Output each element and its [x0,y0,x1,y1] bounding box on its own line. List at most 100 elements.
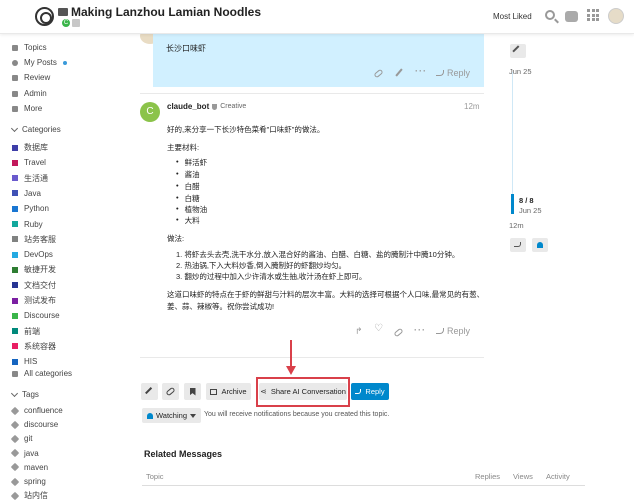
notification-reason: You will receive notifications because y… [204,411,390,418]
category-color-swatch [12,221,18,227]
tag-icon [10,463,20,472]
category-label: 数据库 [24,143,48,152]
category-label: DevOps [24,250,53,260]
sidebar-category-item[interactable]: Discourse [12,310,60,321]
sidebar-category-item[interactable]: Python [12,203,49,214]
ai-bot-icon[interactable] [565,11,578,22]
sidebar-category-item[interactable]: 数据库 [12,142,48,153]
sidebar-category-item[interactable]: 文档交付 [12,280,56,291]
user-avatar[interactable] [608,8,624,24]
category-color-swatch [12,297,18,304]
admin-wrench-button[interactable] [141,383,158,400]
copy-link-icon[interactable] [373,68,384,79]
edit-icon[interactable] [395,68,403,79]
sidebar-item-review[interactable]: Review [12,72,50,83]
site-logo-icon[interactable] [35,7,54,26]
sidebar-item-more[interactable]: More [12,103,42,114]
topic-title[interactable]: Making Lanzhou Lamian Noodles [58,5,261,19]
sidebar-category-item[interactable]: 生活通 [12,173,48,184]
sidebar-tag-item[interactable]: java [10,448,39,459]
post1-reply-button[interactable]: Reply [436,68,470,78]
sidebar-category-item[interactable]: 系统容器 [12,341,56,352]
tag-label: discourse [24,420,59,430]
more-actions-icon[interactable]: ··· [415,66,427,76]
notification-level-dropdown[interactable]: Watching [142,408,201,423]
sidebar-tag-item[interactable]: confluence [10,405,63,416]
category-badge[interactable]: C [62,19,70,27]
sidebar-tag-item[interactable]: spring [10,476,46,487]
col-header-views[interactable]: Views [513,472,533,481]
post2-time[interactable]: 12m [464,102,480,111]
list-icon [12,370,18,377]
search-icon[interactable] [545,10,555,20]
tags-heading[interactable]: Tags [10,389,39,399]
category-color-swatch [12,236,18,243]
category-color-swatch [12,266,18,273]
category-color-swatch [12,205,18,212]
bookmark-button[interactable] [184,383,201,400]
sidebar-item-my-posts[interactable]: My Posts [12,57,67,68]
col-header-replies[interactable]: Replies [475,472,500,481]
timeline-ago[interactable]: 12m [509,221,524,230]
more-actions-icon[interactable]: ··· [414,325,426,335]
more-icon [12,105,18,112]
sidebar-category-item[interactable]: 敏捷开发 [12,264,56,275]
new-indicator-icon [62,60,67,65]
sidebar-category-item[interactable]: Ruby [12,219,43,230]
reply-icon [436,70,444,76]
most-liked-link[interactable]: Most Liked [493,12,532,21]
topic-title-text: Making Lanzhou Lamian Noodles [71,5,262,19]
sidebar-tag-item[interactable]: 站内信 [10,490,48,500]
claude-bot-avatar[interactable]: C [140,102,160,122]
category-label: Ruby [24,219,43,229]
category-color-swatch [12,159,18,166]
bell-icon [147,412,153,419]
post-separator [140,93,484,94]
sidebar-category-item[interactable]: 站务客服 [12,234,56,245]
tag-label: maven [24,462,49,472]
sidebar-item-topics[interactable]: Topics [12,42,47,53]
sidebar-category-item[interactable]: DevOps [12,249,53,260]
topic-reply-button[interactable]: Reply [351,383,389,400]
sidebar-item-all-categories[interactable]: All categories [12,368,72,379]
sidebar-tag-item[interactable]: discourse [10,419,59,430]
ingredient-item: 白糖 [176,193,200,204]
ingredient-item: 酱油 [176,169,200,180]
archive-icon [210,388,218,395]
menu-grid-icon[interactable] [587,9,599,21]
sidebar-category-item[interactable]: 测试发布 [12,295,56,306]
sidebar-category-item[interactable]: 前端 [12,326,40,337]
timeline-track [512,72,513,214]
admin-wrench-button[interactable] [510,44,526,58]
sidebar-item-admin[interactable]: Admin [12,88,47,99]
site-header: Making Lanzhou Lamian Noodles C Most Lik… [0,0,634,34]
share-icon[interactable]: ↱ [355,326,363,337]
copy-link-button[interactable] [162,383,179,400]
col-header-topic[interactable]: Topic [146,472,164,481]
timeline-reply-button[interactable] [510,238,526,252]
tag-badge-icon[interactable] [72,19,80,27]
tag-label: java [24,448,39,458]
archive-button[interactable]: Archive [206,383,251,400]
reply-icon [436,328,444,334]
col-header-activity[interactable]: Activity [546,472,570,481]
sidebar-category-item[interactable]: HIS [12,356,37,367]
timeline-notification-button[interactable] [532,238,548,252]
annotation-highlight-frame [256,377,350,407]
sidebar-category-item[interactable]: Travel [12,157,46,168]
post2-reply-button[interactable]: Reply [436,326,470,336]
post2-author[interactable]: claude_bot Creative [167,102,246,111]
timeline-scrollbar-handle[interactable] [511,194,514,214]
user-icon [12,59,18,66]
sidebar-category-item[interactable]: Java [12,188,41,199]
conclusion-line-2: 姜、蒜、辣椒等。祝你尝试成功! [167,302,275,311]
like-heart-icon[interactable] [374,323,383,335]
step-item: 1. 将虾去头去壳,洗干水分,放入混合好的酱油、白醋、白糖、盐的腌制汁中腌10分… [176,250,460,259]
step-item: 3. 翻炒的过程中加入少许清水或生抽,收汁汤在虾上即可。 [176,272,367,281]
category-label: Java [24,188,41,198]
sidebar-tag-item[interactable]: git [10,433,32,444]
copy-link-icon[interactable] [393,327,404,338]
sidebar-tag-item[interactable]: maven [10,462,49,473]
categories-heading[interactable]: Categories [10,124,61,134]
tag-icon [10,491,20,500]
